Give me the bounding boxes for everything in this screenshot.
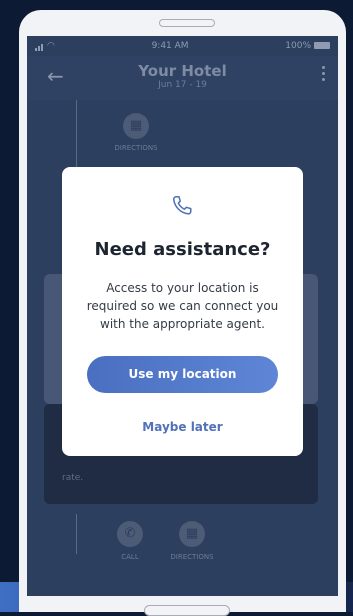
app-header: ← Your Hotel Jun 17 - 19 [27, 56, 338, 100]
dialog-title: Need assistance? [94, 239, 271, 260]
directions-button-bottom[interactable]: ▦ [179, 521, 205, 547]
phone-small-icon: ✆ [124, 526, 136, 541]
timeline-line-bottom [76, 514, 77, 554]
map-icon: ▦ [185, 526, 199, 541]
directions-button-top[interactable]: ▦ [123, 113, 149, 139]
dialog-message: Access to your location is required so w… [86, 281, 279, 331]
call-label: CALL [121, 553, 139, 561]
stay-dates: Jun 17 - 19 [158, 80, 207, 90]
phone-speaker [159, 19, 215, 27]
call-button[interactable]: ✆ [117, 521, 143, 547]
status-time: 9:41 AM [151, 41, 189, 51]
hotel-title: Your Hotel [138, 62, 227, 80]
wifi-icon: ◠ [47, 41, 55, 51]
rate-text-fragment: rate. [62, 473, 84, 483]
more-options-icon[interactable] [322, 66, 326, 84]
battery-text: 100% [285, 41, 311, 51]
directions-label-top: DIRECTIONS [114, 144, 158, 152]
directions-label-bottom: DIRECTIONS [170, 553, 214, 561]
phone-icon [172, 196, 192, 215]
battery-indicator: 100% [285, 41, 330, 51]
status-bar: ◠ 9:41 AM 100% [27, 36, 338, 56]
assistance-dialog: Need assistance? Access to your location… [62, 167, 303, 456]
signal-icon: ◠ [35, 41, 55, 51]
use-my-location-button[interactable]: Use my location [87, 356, 278, 393]
home-indicator [144, 605, 230, 616]
maybe-later-button[interactable]: Maybe later [122, 417, 243, 437]
map-icon: ▦ [129, 118, 143, 133]
battery-icon [314, 42, 330, 49]
